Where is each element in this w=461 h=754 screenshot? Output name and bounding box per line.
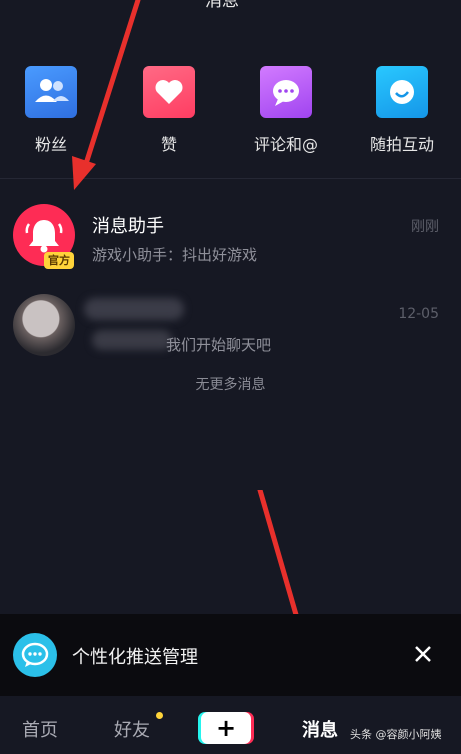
message-time: 刚刚 bbox=[411, 219, 439, 235]
tab-messages[interactable]: 消息 bbox=[302, 716, 338, 742]
message-preview: 游戏小助手：抖出好游戏 bbox=[92, 246, 258, 264]
quick-action-label: 随拍互动 bbox=[369, 135, 434, 154]
more-menu[interactable]: ··· bbox=[432, 0, 445, 4]
blurred-text bbox=[92, 330, 172, 350]
push-settings-bar[interactable]: 个性化推送管理 bbox=[0, 614, 461, 696]
comment-icon bbox=[260, 66, 312, 118]
message-time: 12-05 bbox=[398, 306, 439, 322]
quick-action-interaction[interactable]: 随拍互动 bbox=[357, 66, 447, 155]
avatar bbox=[13, 294, 75, 356]
create-button[interactable]: + bbox=[198, 712, 254, 744]
message-item-chat[interactable]: 我们开始聊天吧 12-05 bbox=[0, 290, 461, 370]
close-icon[interactable] bbox=[409, 640, 437, 668]
tab-friends[interactable]: 好友 bbox=[114, 716, 150, 742]
quick-action-comments[interactable]: 评论和@ bbox=[241, 66, 331, 155]
blurred-name bbox=[84, 298, 184, 320]
message-preview: 我们开始聊天吧 bbox=[166, 336, 272, 354]
chat-bubble-icon bbox=[13, 633, 57, 677]
list-end-text: 无更多消息 bbox=[195, 377, 266, 393]
bottom-tab-bar: 首页 好友 + 消息 头条 @容颜小阿姨 bbox=[0, 696, 461, 754]
interaction-icon bbox=[376, 66, 428, 118]
tab-home[interactable]: 首页 bbox=[22, 716, 58, 742]
plus-icon: + bbox=[201, 712, 251, 744]
red-arrow-annotation bbox=[72, 0, 141, 190]
push-settings-label: 个性化推送管理 bbox=[72, 647, 198, 668]
page-title: 消息 bbox=[205, 0, 239, 11]
message-name: 消息助手 bbox=[92, 216, 164, 237]
watermark: 头条 @容颜小阿姨 bbox=[350, 728, 442, 741]
quick-action-label: 评论和@ bbox=[253, 135, 318, 154]
official-badge: 官方 bbox=[44, 252, 74, 269]
notification-dot bbox=[156, 712, 163, 719]
message-item-assistant[interactable]: 官方 消息助手 游戏小助手：抖出好游戏 刚刚 bbox=[0, 200, 461, 280]
